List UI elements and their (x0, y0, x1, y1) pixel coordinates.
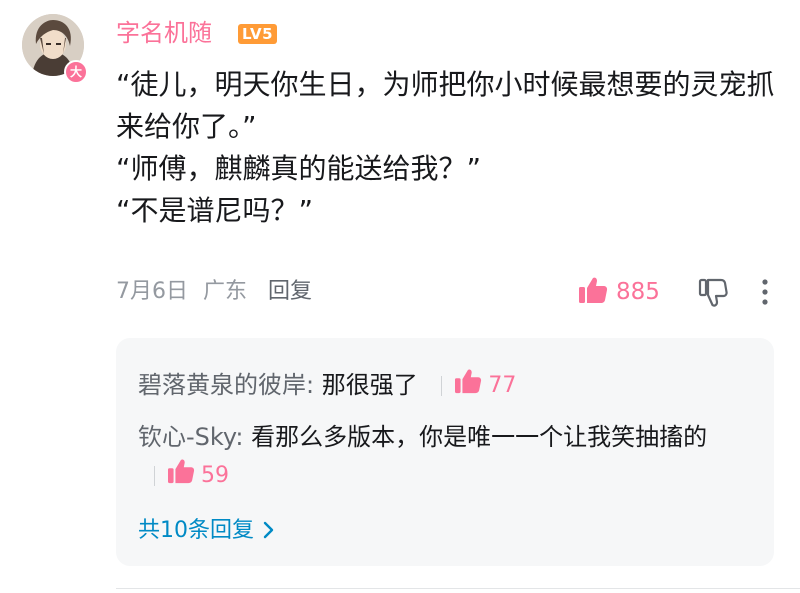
thumbs-down-icon (698, 278, 728, 312)
separator (441, 376, 443, 396)
more-options-button[interactable] (760, 277, 770, 311)
reply-button[interactable]: 回复 (268, 279, 312, 304)
thumbs-up-icon (167, 457, 195, 495)
chevron-right-icon (262, 514, 274, 548)
comment-line: “徒儿，明天你生日，为师把你小时候最想要的灵宠抓来给你了。” (116, 68, 775, 143)
more-replies-label: 共10条回复 (138, 518, 254, 543)
reply-like-button[interactable]: 59 (154, 457, 229, 495)
view-more-replies-link[interactable]: 共10条回复 (138, 514, 274, 548)
level-badge: LV5 (238, 24, 278, 44)
comment-meta: 7月6日 广东 回复 (116, 275, 320, 309)
reply-text: 看那么多版本，你是唯一一个让我笑抽搐的 (251, 423, 708, 451)
reply-item: 钦心-Sky: 看那么多版本，你是唯一一个让我笑抽搐的 59 (138, 418, 738, 495)
comment-line: “不是谱尼吗？” (116, 194, 314, 227)
comment-line: “师傅，麒麟真的能送给我？” (116, 152, 482, 185)
reply-username[interactable]: 碧落黄泉的彼岸: (138, 371, 322, 399)
comment-username[interactable]: 字名机随 (116, 16, 212, 50)
thumbs-up-icon (578, 276, 608, 308)
comment-text: “徒儿，明天你生日，为师把你小时候最想要的灵宠抓来给你了。” “师傅，麒麟真的能… (116, 64, 776, 232)
separator (154, 466, 155, 486)
divider (116, 588, 800, 589)
reply-text: 那很强了 (321, 371, 418, 399)
replies-panel: 碧落黄泉的彼岸: 那很强了 77 钦心-Sky: 看那么多版本，你是唯一一个让我… (116, 338, 774, 566)
thumbs-up-icon (454, 367, 482, 405)
reply-like-button[interactable]: 77 (441, 367, 516, 405)
dislike-button[interactable] (698, 278, 728, 312)
more-vertical-icon (760, 279, 770, 311)
reply-username[interactable]: 钦心-Sky: (138, 423, 251, 451)
avatar-badge: 大 (64, 60, 88, 84)
avatar[interactable]: 大 (22, 14, 88, 84)
comment-date: 7月6日 (116, 279, 188, 304)
reply-item: 碧落黄泉的彼岸: 那很强了 77 (138, 366, 516, 405)
reply-like-count: 59 (201, 463, 229, 488)
comment-location: 广东 (203, 279, 248, 304)
like-count: 885 (616, 279, 660, 305)
like-button[interactable]: 885 (578, 275, 660, 309)
reply-like-count: 77 (488, 373, 517, 398)
